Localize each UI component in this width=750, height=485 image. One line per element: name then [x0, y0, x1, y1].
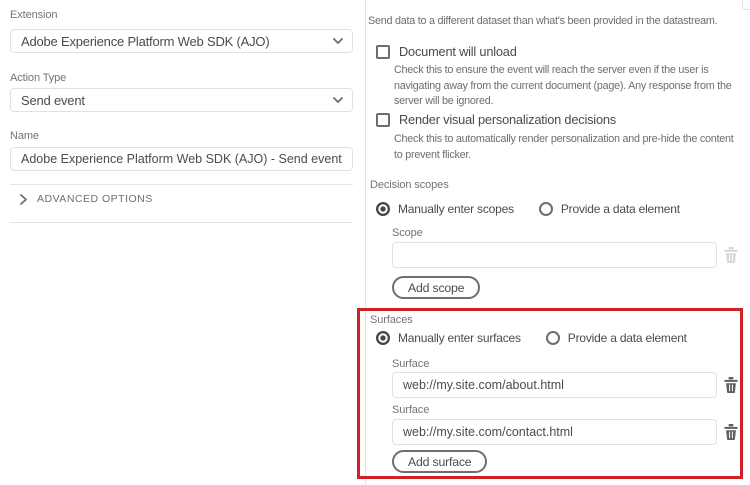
document-unload-row: Document will unload [376, 44, 517, 59]
manually-enter-surfaces-radio[interactable] [376, 331, 390, 345]
render-decisions-checkbox[interactable] [376, 113, 390, 127]
name-input[interactable] [10, 147, 353, 171]
trash-icon[interactable] [724, 377, 738, 398]
manually-enter-surfaces-label: Manually enter surfaces [398, 331, 521, 345]
surface-field-label: Surface [392, 358, 429, 370]
extension-select-value: Adobe Experience Platform Web SDK (AJO) [21, 34, 269, 49]
render-decisions-description: Check this to automatically render perso… [394, 132, 734, 163]
render-decisions-row: Render visual personalization decisions [376, 112, 616, 127]
chevron-down-icon [333, 38, 343, 44]
action-detail-panel: Send data to a different dataset than wh… [365, 0, 750, 485]
document-unload-description: Check this to ensure the event will reac… [394, 63, 732, 110]
render-decisions-label: Render visual personalization decisions [399, 112, 616, 127]
surfaces-data-element-radio[interactable] [546, 331, 560, 345]
trash-icon[interactable] [724, 247, 738, 268]
surfaces-data-element-label: Provide a data element [568, 331, 687, 345]
extension-select[interactable]: Adobe Experience Platform Web SDK (AJO) [10, 29, 353, 53]
divider [10, 222, 353, 223]
surfaces-label: Surfaces [370, 314, 413, 326]
surface-input-2[interactable] [392, 419, 717, 445]
advanced-options-toggle[interactable]: ADVANCED OPTIONS [20, 193, 153, 205]
scopes-data-element-radio[interactable] [539, 202, 553, 216]
dataset-helper-text: Send data to a different dataset than wh… [368, 15, 717, 27]
document-unload-label: Document will unload [399, 44, 517, 59]
decision-scopes-label: Decision scopes [370, 179, 449, 191]
trash-icon[interactable] [724, 424, 738, 445]
manually-enter-scopes-label: Manually enter scopes [398, 202, 514, 216]
surface-field-label: Surface [392, 404, 429, 416]
surface-input-1[interactable] [392, 372, 717, 398]
name-label: Name [10, 130, 39, 142]
action-type-select-value: Send event [21, 93, 85, 108]
description-line: navigating away from the current documen… [394, 79, 732, 95]
document-unload-checkbox[interactable] [376, 45, 390, 59]
scope-input[interactable] [392, 242, 717, 268]
action-type-select[interactable]: Send event [10, 88, 353, 112]
description-line: server will be ignored. [394, 94, 732, 110]
decision-scopes-radio-group: Manually enter scopes Provide a data ele… [376, 202, 680, 216]
action-settings-panel: Extension Adobe Experience Platform Web … [0, 0, 365, 485]
send-event-action-config: Extension Adobe Experience Platform Web … [0, 0, 750, 485]
description-line: Check this to automatically render perso… [394, 132, 734, 148]
dataset-id-input[interactable] [742, 0, 750, 10]
chevron-right-icon [20, 194, 27, 205]
divider [10, 184, 353, 185]
add-scope-button[interactable]: Add scope [392, 276, 480, 299]
advanced-options-label: ADVANCED OPTIONS [37, 193, 153, 205]
scopes-data-element-label: Provide a data element [561, 202, 680, 216]
surfaces-radio-group: Manually enter surfaces Provide a data e… [376, 331, 687, 345]
description-line: Check this to ensure the event will reac… [394, 63, 732, 79]
scope-field-label: Scope [392, 227, 423, 239]
chevron-down-icon [333, 97, 343, 103]
description-line: to prevent flicker. [394, 148, 734, 164]
manually-enter-scopes-radio[interactable] [376, 202, 390, 216]
extension-label: Extension [10, 9, 57, 21]
action-type-label: Action Type [10, 72, 66, 84]
add-surface-button[interactable]: Add surface [392, 450, 487, 473]
